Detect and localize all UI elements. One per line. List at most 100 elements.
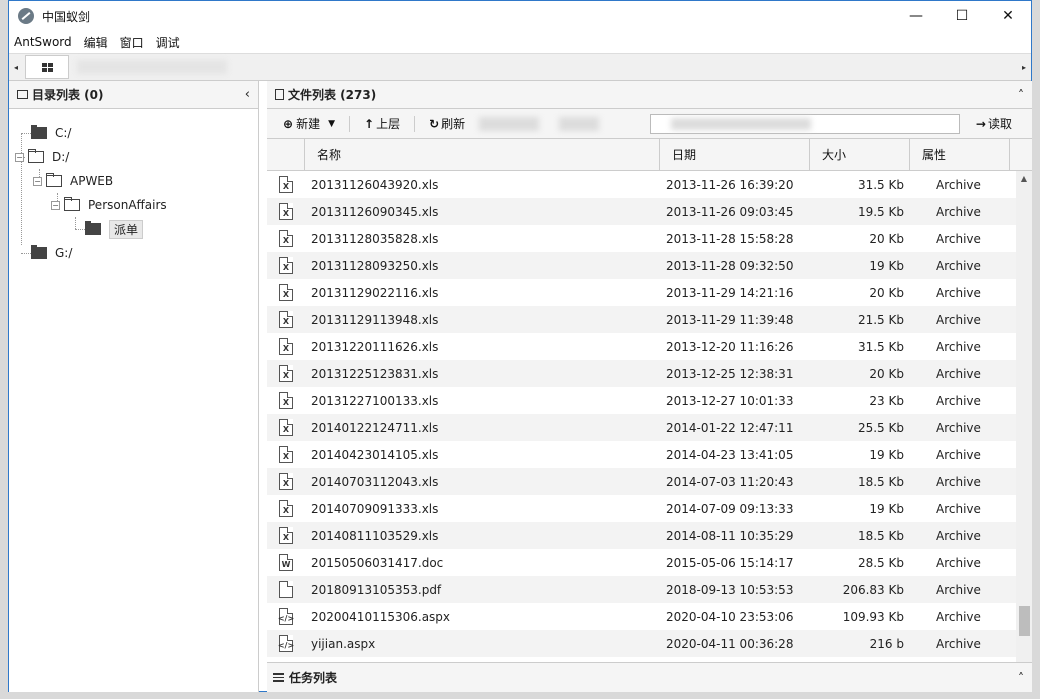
collapse-left-icon[interactable]: ‹ bbox=[245, 87, 250, 102]
expand-up-icon[interactable]: ˄ bbox=[1018, 671, 1024, 685]
tree-node-apweb[interactable]: − APWEB bbox=[33, 172, 113, 190]
window-title: 中国蚁剑 bbox=[42, 9, 91, 24]
table-row[interactable]: X 20131128093250.xls 2013-11-28 09:32:50 19… bbox=[267, 252, 1032, 279]
table-row[interactable]: X 20140709091333.xls 2014-07-09 09:13:33 19… bbox=[267, 495, 1032, 522]
directory-tree: C:/ − D:/ − APWEB − PersonAffairs 派单 G:/ bbox=[9, 109, 258, 260]
app-window: 中国蚁剑 — ☐ ✕ AntSword 编辑 窗口 调试 ◂ ▸ 目录列表 (0… bbox=[8, 0, 1032, 692]
excel-file-icon: X bbox=[279, 338, 293, 355]
tree-node-personaffairs[interactable]: − PersonAffairs bbox=[51, 196, 167, 214]
excel-file-icon: X bbox=[279, 392, 293, 409]
folder-icon bbox=[31, 125, 47, 139]
file-table-header: 名称 日期 大小 属性 bbox=[267, 139, 1032, 171]
close-button[interactable]: ✕ bbox=[985, 1, 1031, 31]
table-row[interactable]: X 20131227100133.xls 2013-12-27 10:01:33 23… bbox=[267, 387, 1032, 414]
path-input[interactable] bbox=[649, 113, 960, 134]
file-name: 20150506031417.doc bbox=[311, 555, 444, 570]
column-attr[interactable]: 属性 bbox=[910, 139, 1010, 170]
file-toolbar: ⊕ 新建 ▼ ↑ 上层 ↻ 刷新 → 读取 bbox=[267, 109, 1032, 139]
file-size: 20 Kb bbox=[869, 366, 904, 381]
tree-node-g[interactable]: G:/ bbox=[31, 244, 72, 262]
refresh-button[interactable]: ↻ 刷新 bbox=[423, 115, 471, 132]
collapse-up-icon[interactable]: ˄ bbox=[1018, 88, 1024, 102]
menu-window[interactable]: 窗口 bbox=[120, 34, 150, 51]
file-size: 28.5 Kb bbox=[857, 555, 904, 570]
file-size: 31.5 Kb bbox=[857, 177, 904, 192]
file-name: 20131129022116.xls bbox=[311, 285, 439, 300]
arrow-right-icon: → bbox=[975, 116, 986, 131]
table-row[interactable]: X 20140423014105.xls 2014-04-23 13:41:05 19… bbox=[267, 441, 1032, 468]
table-row[interactable]: 20180913105353.pdf 2018-09-13 10:53:53 206… bbox=[267, 576, 1032, 603]
table-row[interactable]: X 20131126090345.xls 2013-11-26 09:03:45 19… bbox=[267, 198, 1032, 225]
collapse-toggle-icon[interactable]: − bbox=[33, 176, 42, 186]
file-size: 19.5 Kb bbox=[857, 204, 904, 219]
tree-node-d[interactable]: − D:/ bbox=[15, 148, 69, 166]
folder-open-icon bbox=[28, 149, 44, 163]
task-panel-header: 任务列表 ˄ bbox=[267, 662, 1032, 692]
tab-scroll-right-icon[interactable]: ▸ bbox=[1017, 54, 1031, 80]
file-attr: Archive bbox=[936, 582, 981, 597]
column-size[interactable]: 大小 bbox=[810, 139, 910, 170]
file-date: 2013-11-29 14:21:16 bbox=[666, 285, 794, 300]
tab-scroll-left-icon[interactable]: ◂ bbox=[9, 54, 23, 80]
read-button[interactable]: → 读取 bbox=[970, 115, 1018, 132]
tree-node-c[interactable]: C:/ bbox=[31, 124, 71, 142]
directory-panel-header: 目录列表 (0) ‹ bbox=[9, 81, 258, 109]
folder-icon bbox=[31, 245, 47, 259]
table-row[interactable]: X 20131129113948.xls 2013-11-29 11:39:48 21… bbox=[267, 306, 1032, 333]
file-name: 20131126090345.xls bbox=[311, 204, 439, 219]
file-date: 2013-11-29 11:39:48 bbox=[666, 312, 794, 327]
minimize-button[interactable]: — bbox=[893, 1, 939, 31]
table-row[interactable]: X 20140122124711.xls 2014-01-22 12:47:11 25… bbox=[267, 414, 1032, 441]
table-row[interactable]: X 20131129022116.xls 2013-11-29 14:21:16 20… bbox=[267, 279, 1032, 306]
title-bar: 中国蚁剑 — ☐ ✕ bbox=[9, 1, 1031, 31]
excel-file-icon: X bbox=[279, 500, 293, 517]
directory-panel: 目录列表 (0) ‹ C:/ − D:/ − APWEB − PersonAff… bbox=[9, 81, 259, 692]
new-button[interactable]: ⊕ 新建 ▼ bbox=[277, 115, 341, 132]
column-name[interactable]: 名称 bbox=[305, 139, 660, 170]
scroll-thumb[interactable] bbox=[1019, 606, 1030, 636]
redacted-toolbar-content bbox=[479, 116, 540, 131]
table-row[interactable]: X 20131126043920.xls 2013-11-26 16:39:20 31… bbox=[267, 171, 1032, 198]
table-row[interactable]: X 20131225123831.xls 2013-12-25 12:38:31 20… bbox=[267, 360, 1032, 387]
up-level-button[interactable]: ↑ 上层 bbox=[358, 115, 406, 132]
table-row[interactable]: W 20150506031417.doc 2015-05-06 15:14:17 28… bbox=[267, 549, 1032, 576]
tree-node-paidan[interactable]: 派单 bbox=[85, 219, 144, 239]
collapse-toggle-icon[interactable]: − bbox=[15, 152, 24, 162]
file-table: 名称 日期 大小 属性 X 20131126043920.xls 2013-11-2… bbox=[267, 139, 1032, 662]
file-date: 2014-08-11 10:35:29 bbox=[666, 528, 794, 543]
excel-file-icon: X bbox=[279, 365, 293, 382]
file-size: 206.83 Kb bbox=[842, 582, 904, 597]
column-date[interactable]: 日期 bbox=[660, 139, 810, 170]
table-row[interactable]: </> yijian.aspx 2020-04-11 00:36:28 216 b Ar… bbox=[267, 630, 1032, 657]
excel-file-icon: X bbox=[279, 284, 293, 301]
file-size: 19 Kb bbox=[869, 501, 904, 516]
collapse-toggle-icon[interactable]: − bbox=[51, 200, 60, 210]
file-date: 2013-12-20 11:16:26 bbox=[666, 339, 794, 354]
table-row[interactable]: X 20140811103529.xls 2014-08-11 10:35:29 18… bbox=[267, 522, 1032, 549]
file-date: 2018-09-13 10:53:53 bbox=[666, 582, 794, 597]
tab-home[interactable] bbox=[25, 55, 69, 79]
maximize-button[interactable]: ☐ bbox=[939, 1, 985, 31]
excel-file-icon: X bbox=[279, 311, 293, 328]
file-attr: Archive bbox=[936, 339, 981, 354]
file-name: 20131126043920.xls bbox=[311, 177, 439, 192]
table-row[interactable]: X 20131128035828.xls 2013-11-28 15:58:28 20… bbox=[267, 225, 1032, 252]
file-name: 20131225123831.xls bbox=[311, 366, 439, 381]
menu-debug[interactable]: 调试 bbox=[156, 34, 186, 51]
vertical-scrollbar[interactable]: ▲ bbox=[1016, 171, 1032, 662]
file-size: 19 Kb bbox=[869, 447, 904, 462]
scroll-up-icon[interactable]: ▲ bbox=[1016, 171, 1032, 187]
table-row[interactable]: X 20140703112043.xls 2014-07-03 11:20:43 18… bbox=[267, 468, 1032, 495]
file-size: 216 b bbox=[869, 636, 904, 651]
excel-file-icon: X bbox=[279, 230, 293, 247]
file-date: 2013-11-28 15:58:28 bbox=[666, 231, 794, 246]
file-attr: Archive bbox=[936, 204, 981, 219]
file-name: 20131128093250.xls bbox=[311, 258, 439, 273]
menu-edit[interactable]: 编辑 bbox=[84, 34, 114, 51]
table-row[interactable]: X 20131220111626.xls 2013-12-20 11:16:26 31… bbox=[267, 333, 1032, 360]
menu-antsword[interactable]: AntSword bbox=[14, 35, 78, 49]
file-date: 2014-04-23 13:41:05 bbox=[666, 447, 794, 462]
file-panel-title: 文件列表 (273) bbox=[288, 88, 377, 102]
table-row[interactable]: </> 20200410115306.aspx 2020-04-10 23:53:0… bbox=[267, 603, 1032, 630]
tab-shell-redacted[interactable] bbox=[77, 60, 227, 74]
